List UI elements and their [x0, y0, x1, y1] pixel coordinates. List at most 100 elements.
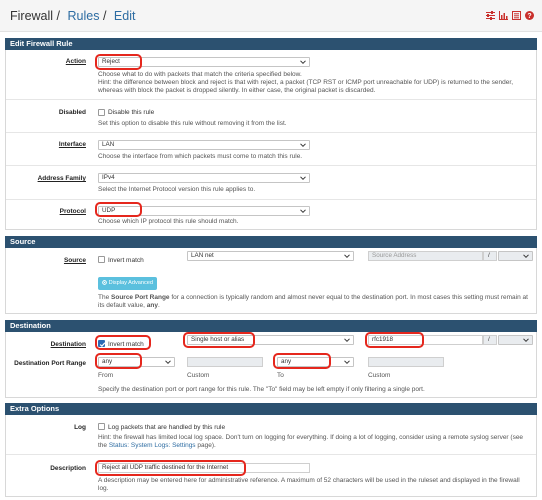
destination-port-to-select[interactable]: any	[277, 357, 354, 367]
chevron-down-icon	[344, 360, 350, 365]
chevron-down-icon	[300, 60, 306, 65]
source-slash-text: /	[488, 252, 490, 259]
chevron-down-icon	[523, 254, 529, 259]
address-family-label: Address Family	[37, 175, 86, 182]
action-label: Action	[65, 58, 86, 65]
list-icon[interactable]	[512, 11, 521, 20]
disable-rule-checkbox-label: Disable this rule	[108, 109, 155, 116]
source-label: Source	[63, 257, 86, 264]
divider	[6, 132, 536, 133]
destination-invert-label: Invert match	[108, 341, 144, 348]
breadcrumb-rules[interactable]: Rules	[68, 9, 100, 23]
breadcrumb-firewall: Firewall	[10, 9, 54, 23]
log-checkbox[interactable]	[98, 423, 105, 430]
to-caption: To	[277, 372, 284, 379]
destination-port-from-custom-input[interactable]	[187, 357, 263, 367]
system-logs-settings-link[interactable]: Status: System Logs: Settings	[109, 442, 196, 449]
destination-invert-checkbox[interactable]	[98, 340, 106, 348]
chevron-down-icon	[300, 143, 306, 148]
log-label: Log	[74, 424, 86, 431]
source-help-post: for a connection is typically random and…	[169, 294, 528, 301]
source-heading: Source	[5, 236, 537, 248]
address-family-select-value: IPv4	[102, 174, 115, 181]
destination-type-value: Single host or alias	[191, 336, 245, 343]
chevron-down-icon	[300, 209, 306, 214]
description-input-value: Reject all UDP traffic destined for the …	[102, 464, 229, 471]
source-help-bold: Source Port Range	[111, 294, 170, 301]
display-advanced-button[interactable]: Display Advanced	[98, 277, 158, 290]
chevron-down-icon	[523, 338, 529, 343]
address-family-help: Select the Internet Protocol version thi…	[98, 186, 256, 193]
source-help-pre: The	[98, 294, 112, 301]
log-help-2: the Status: System Logs: Settings page).	[98, 442, 216, 450]
sliders-icon[interactable]	[486, 11, 495, 20]
address-family-select[interactable]: IPv4	[98, 173, 310, 183]
chevron-down-icon	[344, 338, 350, 343]
custom-caption-2: Custom	[368, 372, 391, 379]
help-icon[interactable]: ?	[525, 11, 534, 20]
destination-port-to-custom-input[interactable]	[368, 357, 444, 367]
source-type-select[interactable]: LAN net	[187, 251, 354, 261]
chevron-down-icon	[165, 360, 171, 365]
interface-select[interactable]: LAN	[98, 140, 310, 150]
disabled-label: Disabled	[58, 109, 86, 116]
log-checkbox-label: Log packets that are handled by this rul…	[108, 424, 226, 431]
top-bar: Firewall / Rules / Edit ?	[0, 0, 542, 32]
source-help-2: its default value, any.	[98, 302, 160, 310]
log-help-1: Hint: the firewall has limited local log…	[98, 434, 524, 441]
divider	[6, 99, 536, 100]
source-slash: /	[483, 251, 497, 261]
source-invert-checkbox[interactable]	[98, 256, 105, 263]
source-address-placeholder: Source Address	[372, 252, 417, 259]
destination-port-from-value: any	[102, 358, 113, 365]
checkmark-icon	[99, 342, 106, 348]
description-help-2: log.	[98, 485, 109, 492]
breadcrumb-edit[interactable]: Edit	[114, 9, 136, 23]
destination-type-select[interactable]: Single host or alias	[187, 335, 354, 345]
source-help2-post: .	[157, 302, 160, 309]
from-caption: From	[98, 372, 114, 379]
source-invert-label: Invert match	[108, 257, 144, 264]
destination-port-from-select[interactable]: any	[98, 357, 175, 367]
log-help2-pre: the	[98, 442, 109, 449]
edit-rule-heading: Edit Firewall Rule	[5, 38, 537, 50]
source-help-1: The Source Port Range for a connection i…	[98, 294, 528, 302]
protocol-select[interactable]: UDP	[98, 206, 310, 216]
chevron-down-icon	[344, 254, 350, 259]
action-help-3: whereas with block the packet is dropped…	[98, 87, 376, 94]
source-help2-bold: any	[146, 302, 158, 309]
destination-mask-select[interactable]	[498, 335, 533, 345]
chart-icon[interactable]	[499, 11, 508, 20]
description-label: Description	[50, 465, 86, 472]
destination-port-range-label: Destination Port Range	[14, 360, 86, 367]
description-help-1: A description may be entered here for ad…	[98, 477, 520, 484]
extra-options-heading: Extra Options	[5, 403, 537, 415]
interface-help: Choose the interface from which packets …	[98, 153, 303, 160]
divider	[6, 165, 536, 166]
custom-caption-1: Custom	[187, 372, 210, 379]
action-help-1: Choose what to do with packets that matc…	[98, 71, 302, 78]
chevron-down-icon	[300, 176, 306, 181]
log-help2-post: page).	[195, 442, 216, 449]
protocol-label: Protocol	[59, 208, 86, 215]
destination-label: Destination	[50, 341, 86, 348]
source-address-input[interactable]: Source Address	[368, 251, 483, 261]
destination-slash: /	[483, 335, 497, 345]
action-select[interactable]: Reject	[98, 57, 310, 67]
destination-help: Specify the destination port or port ran…	[98, 386, 425, 393]
divider	[6, 199, 536, 200]
protocol-help: Choose which IP protocol this rule shoul…	[98, 218, 239, 225]
description-input[interactable]: Reject all UDP traffic destined for the …	[98, 463, 310, 473]
svg-text:?: ?	[527, 13, 531, 20]
disable-rule-checkbox[interactable]	[98, 109, 105, 116]
protocol-select-value: UDP	[102, 207, 116, 214]
disabled-help: Set this option to disable this rule wit…	[98, 120, 287, 127]
interface-label: Interface	[58, 141, 86, 148]
display-advanced-label: Display Advanced	[108, 280, 154, 286]
action-help-2: Hint: the difference between block and r…	[98, 79, 514, 86]
destination-slash-text: /	[488, 336, 490, 343]
source-mask-select[interactable]	[498, 251, 533, 261]
destination-address-input[interactable]: rfc1918	[368, 335, 483, 345]
header-icon-bar: ?	[486, 11, 534, 20]
action-select-value: Reject	[102, 58, 120, 65]
